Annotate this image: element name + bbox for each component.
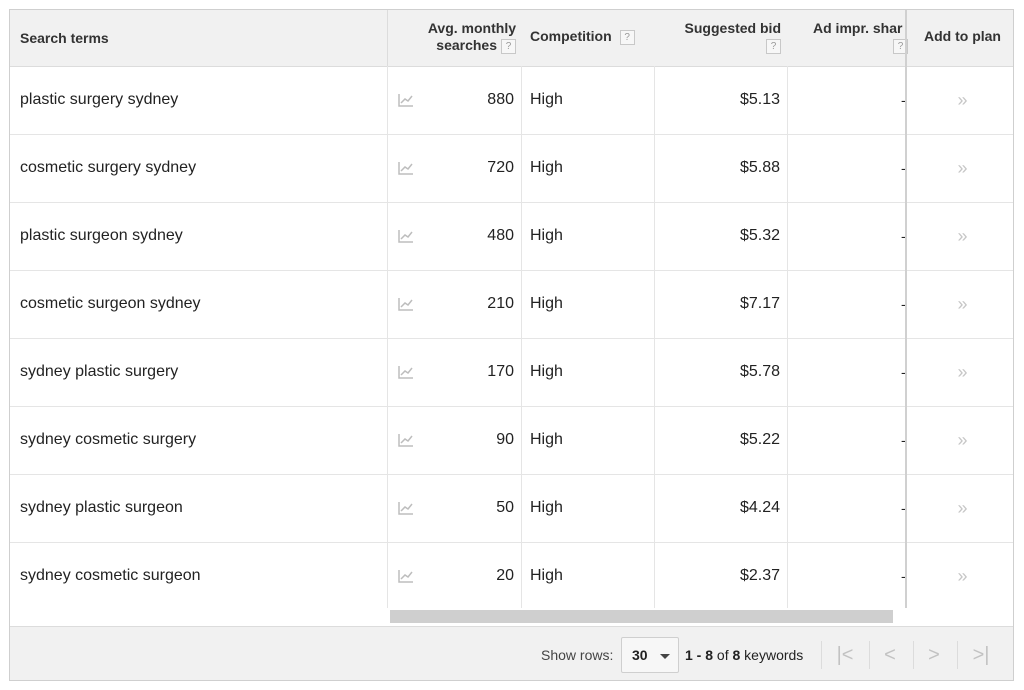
add-to-plan-button[interactable]: » xyxy=(915,474,1010,542)
next-page-icon[interactable]: > xyxy=(914,637,954,673)
table-row: plastic surgeon sydney 480 High $5.32-» xyxy=(10,202,1013,271)
header-avg-monthly-line1: Avg. monthly xyxy=(427,20,516,36)
header-suggested-bid[interactable]: Suggested bid ? xyxy=(655,10,781,66)
table-row: plastic surgery sydney 880 High $5.13-» xyxy=(10,66,1013,135)
of-text: of xyxy=(716,647,729,663)
competition-value: High xyxy=(530,363,563,380)
add-to-plan-button[interactable]: » xyxy=(915,338,1010,406)
add-to-plan-button[interactable]: » xyxy=(915,134,1010,202)
chevron-down-icon xyxy=(660,654,670,659)
suggested-bid-value: $5.88 xyxy=(739,159,780,176)
add-to-plan-button[interactable]: » xyxy=(915,406,1010,474)
keyword-term: plastic surgery sydney xyxy=(20,91,179,108)
keyword-term: sydney plastic surgery xyxy=(20,363,179,380)
rows-per-page-select[interactable]: 30 xyxy=(621,637,679,673)
scrollbar-thumb[interactable] xyxy=(390,610,893,623)
competition-value: High xyxy=(530,295,563,312)
header-add-to-plan: Add to plan xyxy=(924,28,1001,44)
keyword-results-table: Search terms Avg. monthly searches? Comp… xyxy=(9,9,1014,681)
table-header: Search terms Avg. monthly searches? Comp… xyxy=(10,10,1013,67)
show-rows-label: Show rows: xyxy=(541,647,614,663)
competition-value: High xyxy=(530,499,563,516)
add-to-plan-button[interactable]: » xyxy=(915,542,1010,610)
add-to-plan-button[interactable]: » xyxy=(915,66,1010,134)
keyword-term: sydney cosmetic surgeon xyxy=(20,567,201,584)
competition-value: High xyxy=(530,159,563,176)
table-footer: Show rows: 30 1 - 8 of 8 keywords |< < >… xyxy=(10,626,1013,680)
table-row: cosmetic surgeon sydney 210 High $7.17-» xyxy=(10,270,1013,339)
trend-chart-icon[interactable] xyxy=(398,270,414,338)
avg-monthly-searches: 880 xyxy=(487,91,514,108)
suggested-bid-value: $5.32 xyxy=(739,227,780,244)
rows-per-page-value: 30 xyxy=(632,647,648,663)
header-avg-monthly-searches[interactable]: Avg. monthly searches? xyxy=(390,10,516,66)
table-row: sydney plastic surgery 170 High $5.78-» xyxy=(10,338,1013,407)
trend-chart-icon[interactable] xyxy=(398,474,414,542)
header-avg-monthly-line2: searches xyxy=(436,37,497,53)
keyword-term: cosmetic surgeon sydney xyxy=(20,295,201,312)
previous-page-icon[interactable]: < xyxy=(870,637,910,673)
competition-value: High xyxy=(530,227,563,244)
help-icon[interactable]: ? xyxy=(766,38,781,54)
trend-chart-icon[interactable] xyxy=(398,202,414,270)
suggested-bid-value: $5.13 xyxy=(739,91,780,108)
last-page-icon[interactable]: >| xyxy=(961,637,1001,673)
add-to-plan-button[interactable]: » xyxy=(915,202,1010,270)
avg-monthly-searches: 720 xyxy=(487,159,514,176)
trend-chart-icon[interactable] xyxy=(398,134,414,202)
keywords-text: keywords xyxy=(744,647,804,663)
competition-value: High xyxy=(530,91,563,108)
suggested-bid-value: $7.17 xyxy=(739,295,780,312)
help-icon[interactable]: ? xyxy=(619,29,635,45)
help-icon[interactable]: ? xyxy=(501,38,516,54)
trend-chart-icon[interactable] xyxy=(398,338,414,406)
table-row: cosmetic surgery sydney 720 High $5.88-» xyxy=(10,134,1013,203)
add-to-plan-button[interactable]: » xyxy=(915,270,1010,338)
trend-chart-icon[interactable] xyxy=(398,406,414,474)
header-suggested-bid-label: Suggested bid xyxy=(684,20,781,36)
keyword-term: sydney cosmetic surgery xyxy=(20,431,197,448)
competition-value: High xyxy=(530,567,563,584)
trend-chart-icon[interactable] xyxy=(398,66,414,134)
pagination-range: 1 - 8 of 8 keywords xyxy=(685,627,804,680)
horizontal-scrollbar[interactable] xyxy=(10,608,1013,625)
table-row: sydney plastic surgeon 50 High $4.24-» xyxy=(10,474,1013,543)
trend-chart-icon[interactable] xyxy=(398,542,414,610)
competition-value: High xyxy=(530,431,563,448)
suggested-bid-value: $5.78 xyxy=(739,363,780,380)
table-row: sydney cosmetic surgery 90 High $5.22-» xyxy=(10,406,1013,475)
keyword-term: cosmetic surgery sydney xyxy=(20,159,197,176)
avg-monthly-searches: 50 xyxy=(496,499,514,516)
keyword-term: plastic surgeon sydney xyxy=(20,227,183,244)
header-ad-impr-share-label: Ad impr. shar xyxy=(813,20,903,36)
suggested-bid-value: $2.37 xyxy=(739,567,780,584)
suggested-bid-value: $4.24 xyxy=(739,499,780,516)
header-competition-label: Competition xyxy=(530,28,612,44)
avg-monthly-searches: 90 xyxy=(496,431,514,448)
table-row: sydney cosmetic surgeon 20 High $2.37-» xyxy=(10,542,1013,611)
header-competition[interactable]: Competition? xyxy=(530,10,635,66)
first-page-icon[interactable]: |< xyxy=(825,637,865,673)
pinned-column-divider xyxy=(905,10,907,608)
range-text: 1 - 8 xyxy=(685,647,714,663)
avg-monthly-searches: 20 xyxy=(496,567,514,584)
keyword-term: sydney plastic surgeon xyxy=(20,499,183,516)
avg-monthly-searches: 480 xyxy=(487,227,514,244)
total-count: 8 xyxy=(732,647,741,663)
header-ad-impr-share[interactable]: Ad impr. shar ? xyxy=(813,10,908,66)
header-search-terms[interactable]: Search terms xyxy=(20,10,109,66)
avg-monthly-searches: 170 xyxy=(487,363,514,380)
avg-monthly-searches: 210 xyxy=(487,295,514,312)
suggested-bid-value: $5.22 xyxy=(739,431,780,448)
